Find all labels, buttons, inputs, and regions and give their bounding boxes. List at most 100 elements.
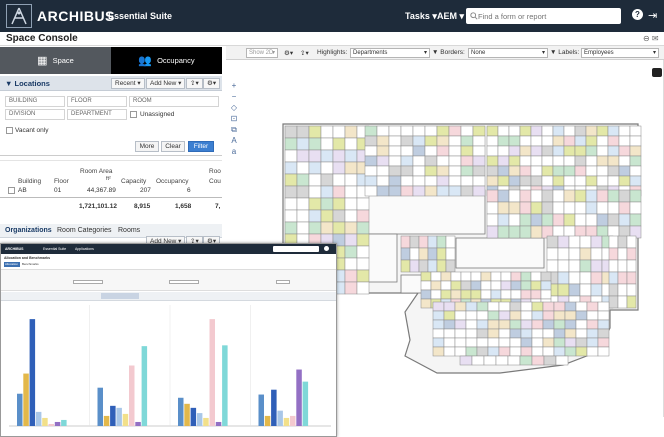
- room-shape[interactable]: [487, 319, 500, 330]
- chart-bar[interactable]: [48, 423, 55, 426]
- room-shape[interactable]: [470, 289, 482, 300]
- room-shape[interactable]: [552, 145, 565, 157]
- room-shape[interactable]: [607, 125, 620, 137]
- room-shape[interactable]: [508, 165, 521, 177]
- room-shape[interactable]: [308, 149, 322, 163]
- room-shape[interactable]: [590, 247, 603, 261]
- room-shape[interactable]: [520, 310, 533, 321]
- room-shape[interactable]: [388, 145, 402, 157]
- room-shape[interactable]: [490, 289, 502, 300]
- room-shape[interactable]: [427, 247, 438, 261]
- room-shape[interactable]: [531, 355, 545, 366]
- chart-bar[interactable]: [190, 407, 197, 426]
- room-shape[interactable]: [579, 283, 592, 297]
- room-shape[interactable]: [448, 125, 462, 137]
- room-shape[interactable]: [388, 165, 402, 177]
- room-shape[interactable]: [364, 175, 378, 187]
- room-shape[interactable]: [590, 259, 603, 273]
- room-shape[interactable]: [618, 213, 631, 227]
- room-shape[interactable]: [460, 280, 472, 291]
- room-shape[interactable]: [508, 225, 521, 239]
- room-shape[interactable]: [519, 189, 532, 203]
- room-shape[interactable]: [542, 328, 555, 339]
- room-shape[interactable]: [486, 155, 499, 167]
- room-shape[interactable]: [575, 310, 588, 321]
- room-shape[interactable]: [308, 173, 322, 187]
- room-shape[interactable]: [480, 271, 492, 282]
- room-shape[interactable]: [454, 319, 467, 330]
- room-shape[interactable]: [617, 259, 628, 273]
- locations-title[interactable]: ▼ Locations: [5, 79, 50, 88]
- room-shape[interactable]: [629, 125, 642, 137]
- room-shape[interactable]: [520, 337, 533, 348]
- col-room-count[interactable]: Roo: [209, 168, 221, 175]
- room-shape[interactable]: [320, 209, 334, 223]
- room-shape[interactable]: [530, 135, 543, 147]
- room-shape[interactable]: [574, 213, 587, 227]
- room-shape[interactable]: [629, 175, 642, 187]
- room-shape[interactable]: [436, 165, 450, 177]
- room-shape[interactable]: [284, 197, 298, 211]
- room-shape[interactable]: [448, 165, 462, 177]
- room-shape[interactable]: [487, 346, 500, 357]
- room-shape[interactable]: [465, 301, 478, 312]
- room-shape[interactable]: [574, 155, 587, 167]
- room-shape[interactable]: [487, 301, 500, 312]
- room-shape[interactable]: [596, 201, 609, 215]
- room-shape[interactable]: [424, 135, 438, 147]
- room-shape[interactable]: [460, 271, 472, 282]
- room-shape[interactable]: [320, 185, 334, 199]
- room-shape[interactable]: [585, 175, 598, 187]
- room-shape[interactable]: [596, 165, 609, 177]
- room-shape[interactable]: [597, 310, 610, 321]
- room-shape[interactable]: [476, 337, 489, 348]
- room-shape[interactable]: [409, 259, 420, 273]
- room-shape[interactable]: [296, 173, 310, 187]
- room-shape[interactable]: [443, 328, 456, 339]
- room-shape[interactable]: [542, 310, 555, 321]
- room-shape[interactable]: [585, 155, 598, 167]
- room-shape[interactable]: [530, 289, 542, 300]
- room-shape[interactable]: [344, 209, 358, 223]
- chart-bar[interactable]: [54, 421, 61, 426]
- room-shape[interactable]: [476, 346, 489, 357]
- room-shape[interactable]: [546, 247, 559, 261]
- room-shape[interactable]: [552, 175, 565, 187]
- room-shape[interactable]: [508, 175, 521, 187]
- room-shape[interactable]: [500, 280, 512, 291]
- room-shape[interactable]: [574, 189, 587, 203]
- room-shape[interactable]: [320, 137, 334, 151]
- room-shape[interactable]: [440, 271, 452, 282]
- room-shape[interactable]: [563, 165, 576, 177]
- room-shape[interactable]: [445, 235, 456, 249]
- room-shape[interactable]: [530, 271, 542, 282]
- tab-occupancy[interactable]: 👥 Occupancy: [111, 47, 222, 74]
- room-shape[interactable]: [520, 301, 533, 312]
- room-shape[interactable]: [388, 185, 402, 197]
- room-shape[interactable]: [586, 301, 599, 312]
- room-shape[interactable]: [530, 165, 543, 177]
- room-shape[interactable]: [487, 337, 500, 348]
- room-shape[interactable]: [332, 209, 346, 223]
- room-shape[interactable]: [400, 259, 411, 273]
- room-shape[interactable]: [597, 301, 610, 312]
- room-shape[interactable]: [344, 221, 358, 235]
- room-shape[interactable]: [436, 145, 450, 157]
- room-shape[interactable]: [364, 145, 378, 157]
- room-shape[interactable]: [585, 165, 598, 177]
- room-shape[interactable]: [472, 185, 486, 197]
- chart-bar[interactable]: [17, 393, 23, 426]
- room-shape[interactable]: [308, 221, 322, 235]
- room-shape[interactable]: [555, 355, 569, 366]
- room-shape[interactable]: [497, 225, 510, 239]
- room-shape[interactable]: [557, 271, 570, 285]
- room-shape[interactable]: [356, 269, 370, 283]
- room-shape[interactable]: [553, 337, 566, 348]
- room-shape[interactable]: [596, 189, 609, 203]
- room-shape[interactable]: [459, 355, 473, 366]
- room-shape[interactable]: [542, 346, 555, 357]
- room-shape[interactable]: [436, 135, 450, 147]
- room-shape[interactable]: [400, 135, 414, 147]
- map-export-button[interactable]: ⇪▾: [300, 49, 309, 57]
- room-shape[interactable]: [629, 213, 642, 227]
